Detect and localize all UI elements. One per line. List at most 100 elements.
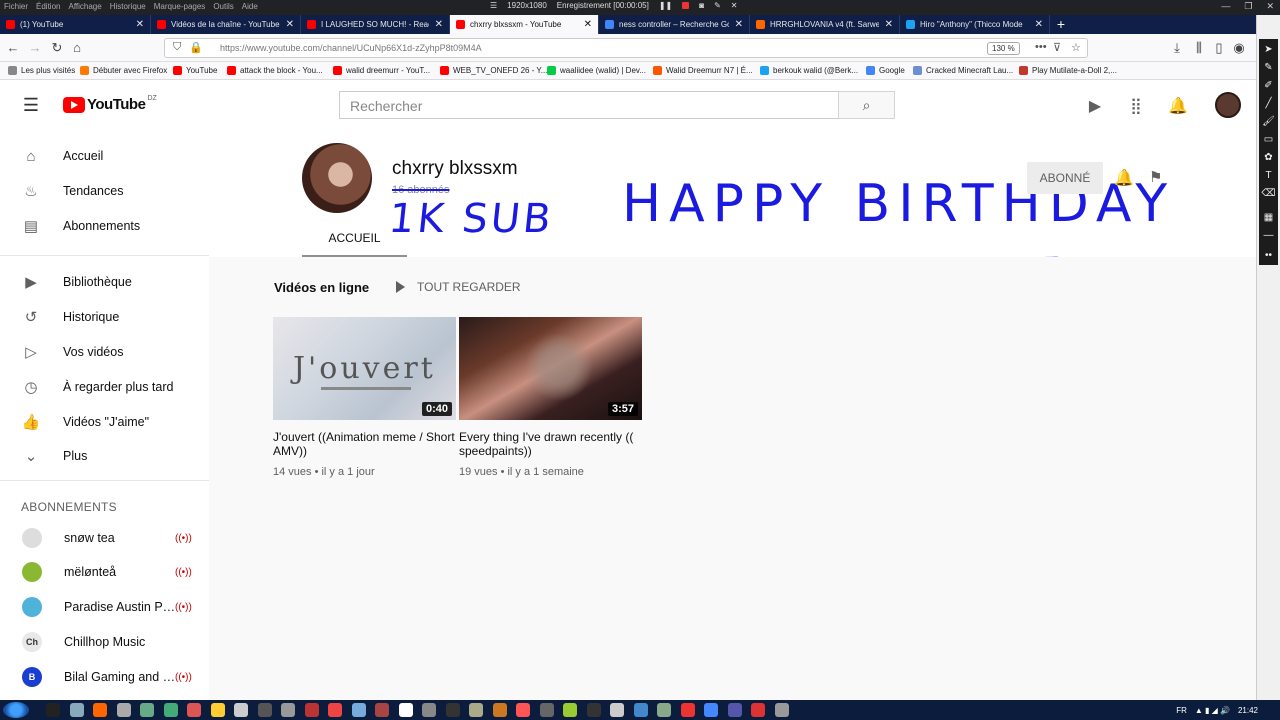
tab-close-icon[interactable]: ✕: [584, 19, 592, 30]
more-actions-icon[interactable]: •••: [1035, 41, 1047, 53]
bookmark-item[interactable]: Cracked Minecraft Lau...: [913, 66, 1013, 75]
taskbar-app-icon[interactable]: [375, 703, 389, 717]
thickness-icon[interactable]: —: [1259, 227, 1278, 245]
menu-item[interactable]: Historique: [110, 2, 146, 11]
taskbar-app-icon[interactable]: [422, 703, 436, 717]
browser-tab[interactable]: HRRGHLOVANIA v4 (ft. Sarwe ✕: [750, 15, 900, 34]
subscription-item[interactable]: snøw tea ((•)): [0, 521, 209, 555]
hamburger-menu-icon[interactable]: ☰: [21, 95, 41, 116]
menu-item[interactable]: Marque-pages: [154, 2, 206, 11]
apps-grid-icon[interactable]: ⣿: [1126, 96, 1146, 116]
start-button-icon[interactable]: [3, 702, 29, 718]
youtube-logo[interactable]: YouTube DZ: [63, 95, 157, 113]
subscription-item[interactable]: Paradise Austin Pe... ((•)): [0, 590, 209, 624]
video-card[interactable]: 3:57 Every thing I've drawn recently (( …: [459, 317, 642, 478]
menu-item[interactable]: Outils: [213, 2, 233, 11]
subscription-item[interactable]: Ch Chillhop Music: [0, 625, 209, 659]
taskbar-app-icon[interactable]: [633, 703, 648, 717]
lock-icon[interactable]: 🔒: [189, 41, 203, 54]
tab-close-icon[interactable]: ✕: [286, 19, 294, 30]
language-indicator[interactable]: FR: [1176, 706, 1187, 715]
tab-close-icon[interactable]: ✕: [735, 19, 743, 30]
more-tools-icon[interactable]: ••: [1259, 247, 1278, 265]
tab-close-icon[interactable]: ✕: [136, 19, 144, 30]
video-card[interactable]: J'ouvert 0:40 J'ouvert ((Animation meme …: [273, 317, 456, 478]
user-avatar[interactable]: [1215, 92, 1241, 118]
sidebar-item[interactable]: ⌂ Accueil: [0, 139, 209, 173]
home-browser-icon[interactable]: ⌂: [68, 40, 86, 55]
sidebar-item[interactable]: 👍 Vidéos "J'aime": [0, 405, 209, 439]
brush-icon[interactable]: 🖌: [1259, 113, 1278, 131]
taskbar-app-icon[interactable]: [187, 703, 201, 717]
line-icon[interactable]: ╱: [1259, 95, 1278, 113]
taskbar-app-icon[interactable]: [445, 703, 460, 717]
section-title[interactable]: Vidéos en ligne: [274, 280, 369, 295]
bookmark-item[interactable]: berkouk walid (@Berk...: [760, 66, 858, 75]
taskbar-app-icon[interactable]: [351, 703, 366, 717]
maximize-icon[interactable]: ❐: [1244, 1, 1252, 12]
taskbar-app-icon[interactable]: [328, 703, 342, 717]
bookmark-item[interactable]: attack the block - You...: [227, 66, 323, 75]
browser-tab[interactable]: chxrry blxssxm - YouTube ✕: [450, 15, 599, 34]
address-bar[interactable]: ⛉ 🔒 https://www.youtube.com/channel/UCuN…: [164, 38, 1088, 58]
subscribed-button[interactable]: ABONNÉ: [1027, 162, 1103, 194]
taskbar-app-icon[interactable]: [539, 703, 554, 717]
bookmark-item[interactable]: Play Mutilate-a-Doll 2,...: [1019, 66, 1117, 75]
sidebar-item[interactable]: ▷ Vos vidéos: [0, 335, 209, 369]
sidebar-item[interactable]: ◷ À regarder plus tard: [0, 370, 209, 404]
browser-tab[interactable]: (1) YouTube ✕: [0, 15, 151, 34]
palette-icon[interactable]: ✿: [1259, 149, 1278, 167]
menu-item[interactable]: Édition: [36, 2, 60, 11]
bookmark-item[interactable]: Débuter avec Firefox: [80, 66, 167, 75]
downloads-icon[interactable]: ⤓: [1168, 40, 1186, 56]
bookmark-item[interactable]: waaliidee (walid) | Dev...: [547, 66, 646, 75]
sidebar-item[interactable]: ♨ Tendances: [0, 174, 209, 208]
taskbar-app-icon[interactable]: [516, 703, 530, 717]
text-tool-icon[interactable]: T: [1259, 167, 1278, 185]
zoom-level[interactable]: 130 %: [987, 42, 1020, 55]
tab-accueil[interactable]: ACCUEIL: [302, 230, 407, 257]
taskbar-app-icon[interactable]: [210, 703, 225, 717]
video-thumbnail[interactable]: 3:57: [459, 317, 642, 420]
taskbar-app-icon[interactable]: [46, 703, 60, 717]
shield-icon[interactable]: ⛉: [173, 41, 181, 54]
taskbar-app-icon[interactable]: [727, 703, 742, 717]
eraser-icon[interactable]: ⌫: [1259, 185, 1278, 203]
browser-tab[interactable]: Vidéos de la chaîne - YouTube ✕: [151, 15, 301, 34]
sidebar-item[interactable]: ↺ Historique: [0, 300, 209, 334]
close-recording-icon[interactable]: ✕: [731, 1, 738, 10]
taskbar-app-icon[interactable]: [680, 703, 695, 717]
video-title[interactable]: J'ouvert ((Animation meme / Short AMV)): [273, 430, 456, 458]
taskbar-app-icon[interactable]: [751, 703, 765, 717]
sidebar-item[interactable]: ▤ Abonnements: [0, 209, 209, 243]
pause-icon[interactable]: ❚❚: [659, 1, 672, 10]
taskbar-app-icon[interactable]: [774, 703, 789, 717]
taskbar-app-icon[interactable]: [657, 703, 671, 717]
reload-icon[interactable]: ↻: [48, 40, 66, 56]
stop-icon[interactable]: [682, 2, 690, 9]
library-browser-icon[interactable]: ⫼: [1190, 40, 1208, 56]
subscription-item[interactable]: mëlønteå ((•)): [0, 555, 209, 589]
create-video-icon[interactable]: ▶: [1085, 96, 1105, 116]
browser-tab[interactable]: ness controller – Recherche Go ✕: [599, 15, 750, 34]
taskbar-app-icon[interactable]: [93, 703, 107, 717]
camera-icon[interactable]: ◙: [699, 1, 704, 10]
taskbar-app-icon[interactable]: [586, 703, 601, 717]
close-window-icon[interactable]: ✕: [1266, 1, 1274, 12]
sidebar-toggle-icon[interactable]: ▯: [1210, 40, 1228, 56]
subscription-item[interactable]: B Bilal Gaming and V... ((•)): [0, 660, 209, 694]
menu-item[interactable]: Aide: [242, 2, 258, 11]
bookmark-item[interactable]: walid dreemurr - YouT...: [333, 66, 430, 75]
taskbar-app-icon[interactable]: [398, 703, 413, 717]
channel-bell-icon[interactable]: 🔔: [1114, 168, 1134, 188]
play-all-button[interactable]: TOUT REGARDER: [396, 280, 521, 294]
minimize-icon[interactable]: —: [1221, 1, 1230, 12]
tray-icons[interactable]: ▲ ▮ ◢ 🔊: [1195, 706, 1230, 715]
cursor-icon[interactable]: ➤: [1259, 41, 1278, 59]
new-tab-icon[interactable]: +: [1052, 15, 1070, 34]
url-text[interactable]: https://www.youtube.com/channel/UCuNp66X…: [220, 43, 482, 53]
search-button[interactable]: ⌕: [838, 91, 895, 119]
pocket-icon[interactable]: ⊽: [1053, 41, 1061, 54]
tab-close-icon[interactable]: ✕: [1035, 19, 1043, 30]
taskbar-app-icon[interactable]: [563, 703, 577, 717]
